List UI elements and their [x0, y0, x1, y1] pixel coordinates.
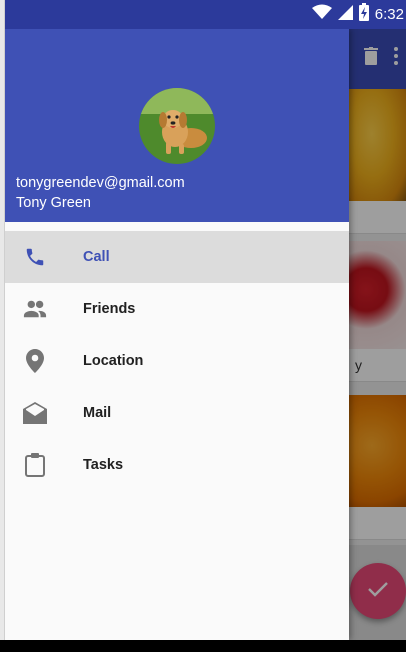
status-bar: 6:32	[5, 0, 406, 29]
account-email: tonygreendev@gmail.com	[16, 175, 185, 191]
status-time: 6:32	[374, 6, 404, 23]
location-pin-icon	[23, 349, 47, 373]
account-name: Tony Green	[16, 195, 91, 211]
bottom-frame	[0, 640, 406, 652]
drawer-item-label: Mail	[83, 405, 112, 421]
device-screen: 6:32 y tonygreendev@gmail.com Tony Green…	[5, 0, 406, 640]
clipboard-icon	[23, 453, 47, 477]
wifi-icon	[311, 4, 332, 25]
phone-icon	[23, 245, 47, 269]
avatar[interactable]	[139, 88, 215, 164]
navigation-drawer: tonygreendev@gmail.com Tony Green Call F…	[5, 29, 349, 640]
drawer-item-location[interactable]: Location	[5, 335, 349, 387]
drawer-item-label: Tasks	[83, 457, 124, 473]
mail-icon	[23, 401, 47, 425]
drawer-item-label: Location	[83, 353, 144, 369]
drawer-item-friends[interactable]: Friends	[5, 283, 349, 335]
drawer-header: tonygreendev@gmail.com Tony Green	[5, 29, 349, 222]
drawer-item-mail[interactable]: Mail	[5, 387, 349, 439]
drawer-item-tasks[interactable]: Tasks	[5, 439, 349, 491]
drawer-item-label: Friends	[83, 301, 136, 317]
drawer-item-call[interactable]: Call	[5, 231, 349, 283]
drawer-item-label: Call	[83, 249, 110, 265]
people-icon	[23, 297, 47, 321]
divider	[5, 222, 349, 231]
signal-icon	[337, 4, 353, 25]
battery-icon	[358, 3, 369, 26]
